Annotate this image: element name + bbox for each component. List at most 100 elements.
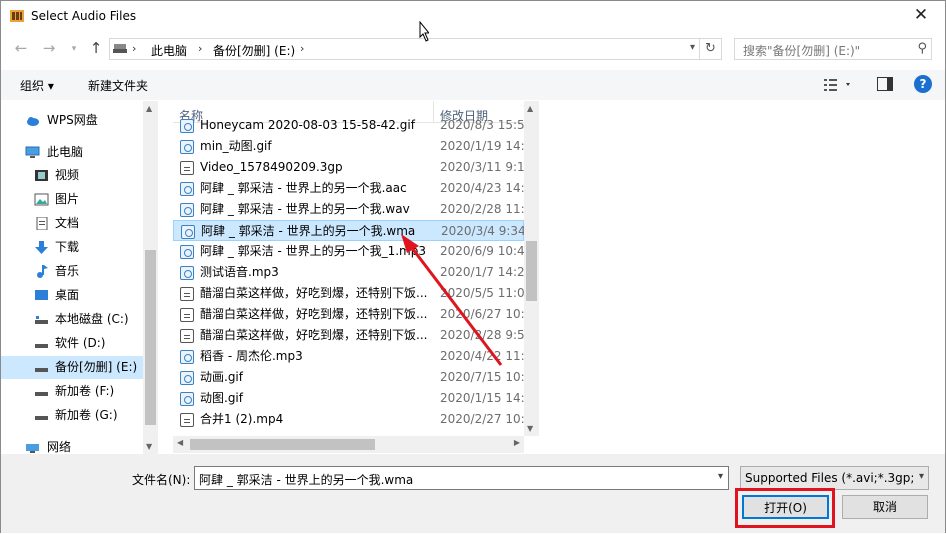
file-list-horizontal-scrollbar[interactable]: ◀ ▶ [173, 436, 524, 453]
file-row[interactable]: 阿肆 _ 郭采洁 - 世界上的另一个我_1.mp3 2020/6/9 10:46 [173, 241, 532, 262]
file-row[interactable]: Video_1578490209.3gp 2020/3/11 9:17 [173, 157, 532, 178]
file-row[interactable]: 稻香 - 周杰伦.mp3 2020/4/22 11:2 [173, 346, 532, 367]
file-row[interactable]: 阿肆 _ 郭采洁 - 世界上的另一个我.wav 2020/2/28 11:3 [173, 199, 532, 220]
drive-icon [35, 368, 48, 372]
forward-arrow-icon[interactable]: → [39, 39, 59, 57]
file-name: 合并1 (2).mp4 [200, 412, 284, 426]
file-row[interactable]: 动画.gif 2020/7/15 10:4 [173, 367, 532, 388]
sidebar-item-pictures[interactable]: 图片 [1, 188, 143, 211]
file-name: 阿肆 _ 郭采洁 - 世界上的另一个我.wma [201, 224, 416, 238]
sidebar-item-drive-f[interactable]: 新加卷 (F:) [1, 380, 143, 403]
drive-icon [35, 416, 48, 420]
file-list-scrollbar[interactable]: ▲ ▼ [524, 101, 539, 436]
file-date: 2020/1/19 14:0 [440, 139, 533, 153]
sidebar-item-documents[interactable]: 文档 [1, 212, 143, 235]
file-date: 2020/5/5 11:05 [440, 286, 533, 300]
file-date: 2020/2/28 11:3 [440, 202, 533, 216]
preview-pane-icon[interactable] [877, 77, 893, 91]
sidebar-item-wps-cloud[interactable]: WPS网盘 [1, 109, 143, 132]
organize-button[interactable]: 组织 ▾ [20, 77, 54, 94]
close-icon[interactable]: ✕ [911, 5, 931, 25]
file-row[interactable]: Honeycam 2020-08-03 15-58-42.gif 2020/8/3… [173, 115, 532, 136]
file-name: Video_1578490209.3gp [200, 160, 343, 174]
file-row[interactable]: 动图.gif 2020/1/15 14:0 [173, 388, 532, 409]
file-row[interactable]: min_动图.gif 2020/1/19 14:0 [173, 136, 532, 157]
help-icon[interactable]: ? [914, 75, 932, 93]
file-row[interactable]: 醋溜白菜这样做，好吃到爆，还特别下饭... 2020/2/28 9:51 [173, 325, 532, 346]
file-dialog: Select Audio Files ✕ ← → ▾ ↑ › 此电脑 › 备份[… [0, 0, 946, 533]
sidebar-scroll-thumb[interactable] [145, 250, 156, 425]
sidebar-item-this-pc[interactable]: 此电脑 [1, 141, 143, 164]
file-row[interactable]: 醋溜白菜这样做，好吃到爆，还特别下饭... 2020/5/5 11:05 [173, 283, 532, 304]
breadcrumb-this-pc[interactable]: 此电脑 [151, 42, 187, 59]
sidebar-item-drive-g[interactable]: 新加卷 (G:) [1, 404, 143, 427]
cancel-button[interactable]: 取消 [842, 495, 928, 519]
sidebar-item-videos[interactable]: 视频 [1, 164, 143, 187]
sidebar-scrollbar[interactable]: ▲ ▼ [143, 101, 158, 454]
search-placeholder: 搜索"备份[勿删] (E:)" [743, 44, 861, 58]
sidebar-item-network[interactable]: 网络 [1, 436, 143, 454]
address-bar[interactable]: › 此电脑 › 备份[勿删] (E:) › ▾ [109, 38, 700, 60]
cloud-icon [27, 117, 39, 126]
audio-file-icon [180, 203, 194, 217]
search-box[interactable]: 搜索"备份[勿删] (E:)" ⚲ [734, 38, 932, 60]
video-file-icon [180, 413, 194, 427]
horizontal-scroll-thumb[interactable] [190, 439, 375, 450]
file-list: ⌃ 名称 修改日期 Honeycam 2020-08-03 15-58-42.g… [173, 101, 539, 436]
back-arrow-icon[interactable]: ← [11, 39, 31, 57]
file-row[interactable]: 测试语音.mp3 2020/1/7 14:26 [173, 262, 532, 283]
file-date: 2020/2/28 9:51 [440, 328, 533, 342]
filename-dropdown-icon[interactable]: ▾ [718, 471, 723, 482]
breadcrumb-chevron-icon[interactable]: › [198, 42, 202, 55]
filename-label: 文件名(N): [132, 473, 191, 487]
audio-file-icon [180, 245, 194, 259]
sidebar-item-drive-c[interactable]: 本地磁盘 (C:) [1, 308, 143, 331]
file-name: 醋溜白菜这样做，好吃到爆，还特别下饭... [200, 307, 428, 321]
file-type-select[interactable]: Supported Files (*.avi;*.3gp;* ▾ [740, 466, 929, 490]
file-list-scroll-thumb[interactable] [526, 241, 537, 301]
up-arrow-icon[interactable]: ↑ [86, 39, 106, 57]
filename-input[interactable]: 阿肆 _ 郭采洁 - 世界上的另一个我.wma ▾ [194, 466, 729, 490]
sidebar-item-drive-e[interactable]: 备份[勿删] (E:) [1, 356, 143, 379]
sidebar-item-desktop[interactable]: 桌面 [1, 284, 143, 307]
file-name: 测试语音.mp3 [200, 265, 279, 279]
view-options-icon[interactable] [823, 76, 853, 94]
recent-locations-chevron-icon[interactable]: ▾ [64, 44, 84, 54]
file-date: 2020/8/3 15:59 [440, 118, 533, 132]
breadcrumb-drive-e[interactable]: 备份[勿删] (E:) [213, 42, 295, 59]
drive-icon [35, 344, 48, 348]
gif-file-icon [180, 119, 194, 133]
file-name: 动画.gif [200, 370, 243, 384]
file-date: 2020/2/27 10:0 [440, 412, 533, 426]
scroll-left-icon[interactable]: ◀ [177, 438, 183, 447]
video-folder-icon [35, 170, 48, 181]
file-type-dropdown-icon[interactable]: ▾ [919, 471, 924, 482]
file-row[interactable]: 合并1 (2).mp4 2020/2/27 10:0 [173, 409, 532, 430]
sidebar-item-drive-d[interactable]: 软件 (D:) [1, 332, 143, 355]
audio-file-icon [180, 182, 194, 196]
file-row[interactable]: 醋溜白菜这样做，好吃到爆，还特别下饭... 2020/6/27 10:1 [173, 304, 532, 325]
video-file-icon [180, 161, 194, 175]
file-row[interactable]: 阿肆 _ 郭采洁 - 世界上的另一个我.aac 2020/4/23 14:2 [173, 178, 532, 199]
scroll-up-icon[interactable]: ▲ [527, 104, 533, 113]
audio-file-icon [181, 225, 195, 239]
scroll-down-icon[interactable]: ▼ [146, 442, 152, 451]
sidebar-item-downloads[interactable]: 下载 [1, 236, 143, 259]
file-row[interactable]: 阿肆 _ 郭采洁 - 世界上的另一个我.wma 2020/3/4 9:34 [173, 220, 526, 241]
document-file-icon [180, 329, 194, 343]
file-type-value: Supported Files (*.avi;*.3gp;* [745, 471, 913, 485]
file-date: 2020/1/7 14:26 [440, 265, 533, 279]
scroll-up-icon[interactable]: ▲ [146, 104, 152, 113]
document-file-icon [180, 308, 194, 322]
new-folder-button[interactable]: 新建文件夹 [88, 77, 148, 94]
refresh-icon[interactable]: ↻ [700, 38, 722, 60]
document-file-icon [180, 287, 194, 301]
sidebar-item-music[interactable]: 音乐 [1, 260, 143, 283]
breadcrumb-chevron-icon[interactable]: › [300, 42, 304, 55]
address-dropdown-icon[interactable]: ▾ [690, 42, 695, 53]
scroll-down-icon[interactable]: ▼ [527, 424, 533, 433]
download-icon [35, 241, 48, 254]
scroll-right-icon[interactable]: ▶ [514, 438, 520, 447]
search-icon[interactable]: ⚲ [917, 41, 927, 56]
breadcrumb-chevron-icon[interactable]: › [132, 42, 136, 55]
